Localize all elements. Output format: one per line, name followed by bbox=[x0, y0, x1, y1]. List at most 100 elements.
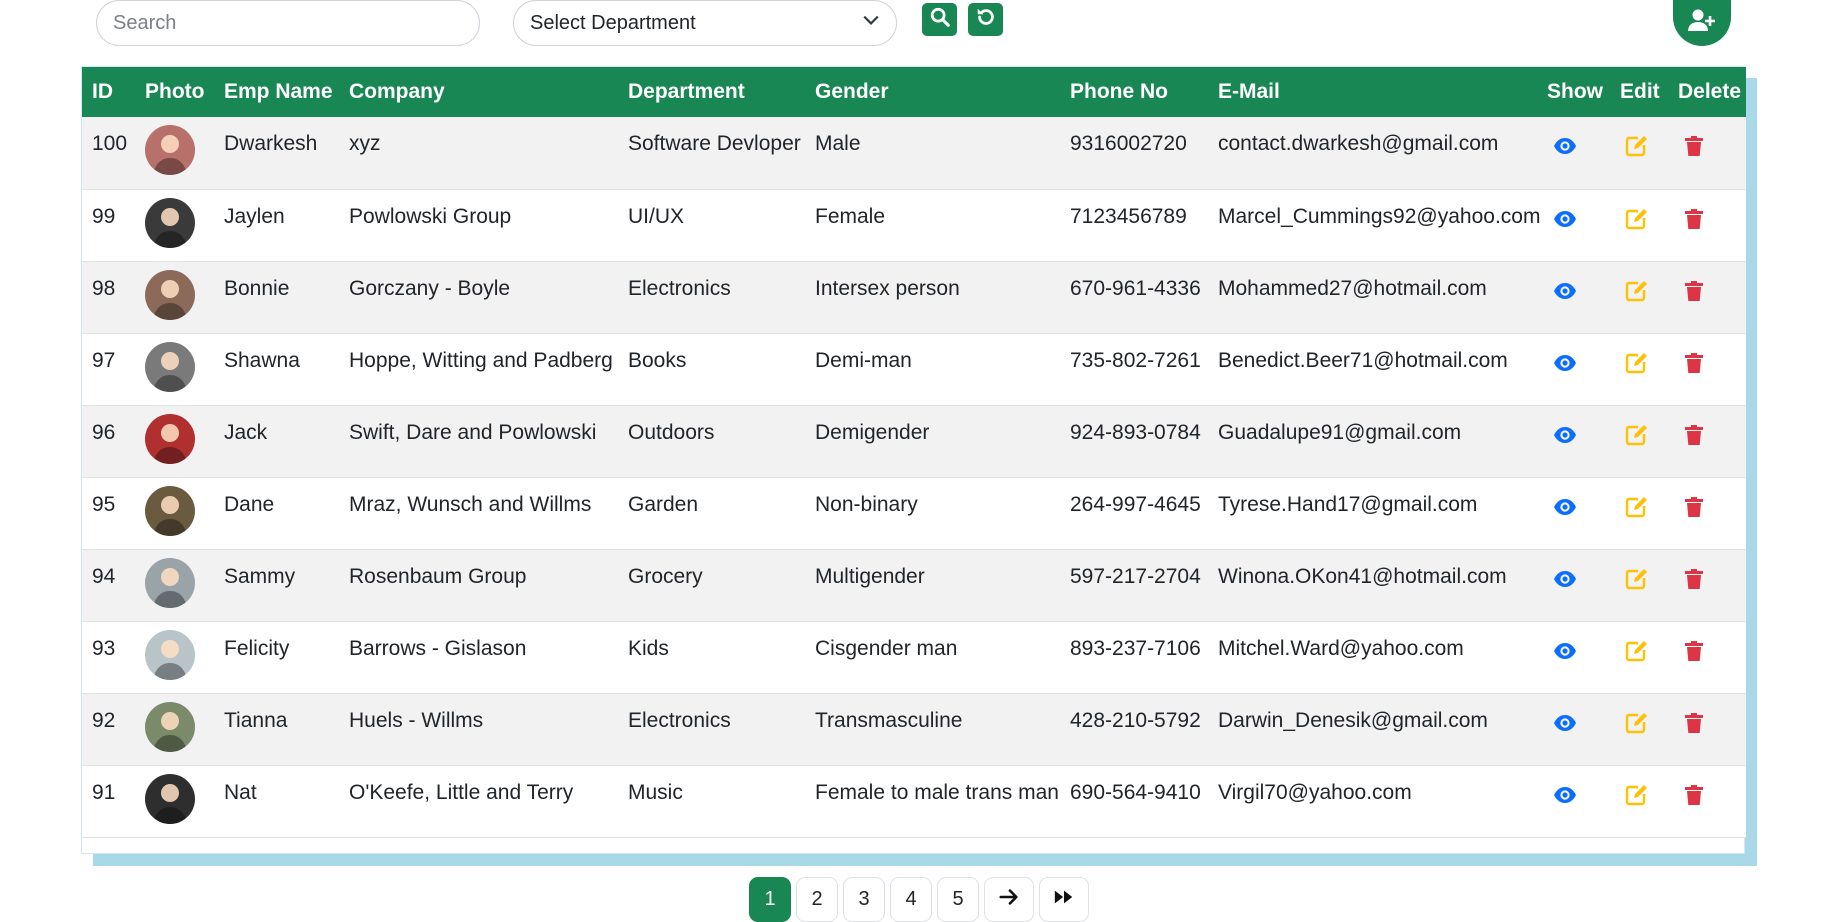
phone: 690-564-9410 bbox=[1070, 780, 1201, 804]
page-1-button[interactable]: 1 bbox=[749, 877, 791, 922]
company: xyz bbox=[349, 132, 381, 155]
last-page-button[interactable] bbox=[1039, 877, 1089, 922]
trash-icon bbox=[1682, 567, 1746, 591]
edit-icon bbox=[1624, 639, 1668, 663]
delete-button[interactable] bbox=[1668, 765, 1746, 837]
department: UI/UX bbox=[628, 204, 685, 228]
arrow-right-icon bbox=[998, 886, 1020, 914]
avatar bbox=[145, 341, 195, 392]
email: Mohammed27@hotmail.com bbox=[1218, 276, 1487, 300]
add-user-button[interactable] bbox=[1673, 0, 1731, 46]
edit-icon bbox=[1624, 207, 1668, 231]
emp-id: 100 bbox=[92, 132, 128, 155]
gender: Cisgender man bbox=[815, 636, 958, 660]
show-button[interactable] bbox=[1537, 693, 1610, 765]
edit-button[interactable] bbox=[1610, 189, 1668, 261]
email: Winona.OKon41@hotmail.com bbox=[1218, 564, 1507, 588]
delete-button[interactable] bbox=[1668, 405, 1746, 477]
edit-button[interactable] bbox=[1610, 765, 1668, 837]
department-select[interactable]: Select Department bbox=[513, 0, 897, 46]
eye-icon bbox=[1553, 639, 1610, 663]
photo-cell bbox=[135, 549, 214, 621]
gender: Intersex person bbox=[815, 276, 960, 300]
company: Hoppe, Witting and Padberg bbox=[349, 348, 613, 372]
delete-button[interactable] bbox=[1668, 477, 1746, 549]
trash-icon bbox=[1682, 351, 1746, 375]
delete-button[interactable] bbox=[1668, 261, 1746, 333]
search-button[interactable] bbox=[922, 3, 957, 36]
emp-id: 92 bbox=[92, 708, 116, 732]
delete-button[interactable] bbox=[1668, 549, 1746, 621]
show-button[interactable] bbox=[1537, 477, 1610, 549]
show-button[interactable] bbox=[1537, 333, 1610, 405]
emp-name: Jaylen bbox=[224, 204, 285, 228]
emp-name: Sammy bbox=[224, 564, 296, 588]
delete-button[interactable] bbox=[1668, 333, 1746, 405]
column-header: Edit bbox=[1620, 80, 1660, 103]
phone: 893-237-7106 bbox=[1070, 636, 1201, 660]
edit-button[interactable] bbox=[1610, 693, 1668, 765]
edit-button[interactable] bbox=[1610, 477, 1668, 549]
column-header: Phone No bbox=[1070, 80, 1168, 103]
emp-id: 97 bbox=[92, 348, 116, 372]
table-row: 96 Jack Swift, Dare and Powlowski Outdoo… bbox=[82, 405, 1746, 477]
emp-name: Tianna bbox=[224, 708, 288, 732]
refresh-icon bbox=[975, 6, 997, 33]
fast-forward-icon bbox=[1053, 886, 1075, 914]
delete-button[interactable] bbox=[1668, 189, 1746, 261]
avatar bbox=[145, 413, 195, 464]
show-button[interactable] bbox=[1537, 549, 1610, 621]
show-button[interactable] bbox=[1537, 621, 1610, 693]
column-header: Show bbox=[1547, 80, 1603, 103]
reset-button[interactable] bbox=[968, 3, 1003, 36]
search-icon bbox=[929, 6, 951, 33]
trash-icon bbox=[1682, 783, 1746, 807]
table-row: 99 Jaylen Powlowski Group UI/UX Female 7… bbox=[82, 189, 1746, 261]
edit-button[interactable] bbox=[1610, 549, 1668, 621]
photo-cell bbox=[135, 621, 214, 693]
avatar bbox=[145, 125, 195, 175]
search-input[interactable] bbox=[96, 0, 480, 46]
edit-button[interactable] bbox=[1610, 621, 1668, 693]
trash-icon bbox=[1682, 279, 1746, 303]
page-2-button[interactable]: 2 bbox=[796, 877, 838, 922]
gender: Demi-man bbox=[815, 348, 912, 372]
edit-icon bbox=[1624, 351, 1668, 375]
phone: 924-893-0784 bbox=[1070, 420, 1201, 444]
gender: Transmasculine bbox=[815, 708, 963, 732]
edit-button[interactable] bbox=[1610, 261, 1668, 333]
show-button[interactable] bbox=[1537, 189, 1610, 261]
department-select-label: Select Department bbox=[530, 11, 696, 34]
eye-icon bbox=[1553, 423, 1610, 447]
photo-cell bbox=[135, 261, 214, 333]
department: Electronics bbox=[628, 276, 731, 300]
show-button[interactable] bbox=[1537, 405, 1610, 477]
edit-button[interactable] bbox=[1610, 117, 1668, 189]
page-4-button[interactable]: 4 bbox=[890, 877, 932, 922]
delete-button[interactable] bbox=[1668, 117, 1746, 189]
edit-button[interactable] bbox=[1610, 405, 1668, 477]
eye-icon bbox=[1553, 783, 1610, 807]
next-page-button[interactable] bbox=[984, 877, 1034, 922]
edit-icon bbox=[1624, 134, 1668, 158]
page-3-button[interactable]: 3 bbox=[843, 877, 885, 922]
show-button[interactable] bbox=[1537, 765, 1610, 837]
show-button[interactable] bbox=[1537, 117, 1610, 189]
show-button[interactable] bbox=[1537, 261, 1610, 333]
department: Garden bbox=[628, 492, 699, 516]
company: Mraz, Wunsch and Willms bbox=[349, 492, 592, 516]
gender: Multigender bbox=[815, 564, 925, 588]
photo-cell bbox=[135, 477, 214, 549]
delete-button[interactable] bbox=[1668, 621, 1746, 693]
table-row: 97 Shawna Hoppe, Witting and Padberg Boo… bbox=[82, 333, 1746, 405]
email: contact.dwarkesh@gmail.com bbox=[1218, 132, 1499, 155]
delete-button[interactable] bbox=[1668, 693, 1746, 765]
table-row: 94 Sammy Rosenbaum Group Grocery Multige… bbox=[82, 549, 1746, 621]
page-5-button[interactable]: 5 bbox=[937, 877, 979, 922]
phone: 670-961-4336 bbox=[1070, 276, 1201, 300]
emp-id: 94 bbox=[92, 564, 116, 588]
edit-button[interactable] bbox=[1610, 333, 1668, 405]
photo-cell bbox=[135, 765, 214, 837]
eye-icon bbox=[1553, 495, 1610, 519]
phone: 735-802-7261 bbox=[1070, 348, 1201, 372]
